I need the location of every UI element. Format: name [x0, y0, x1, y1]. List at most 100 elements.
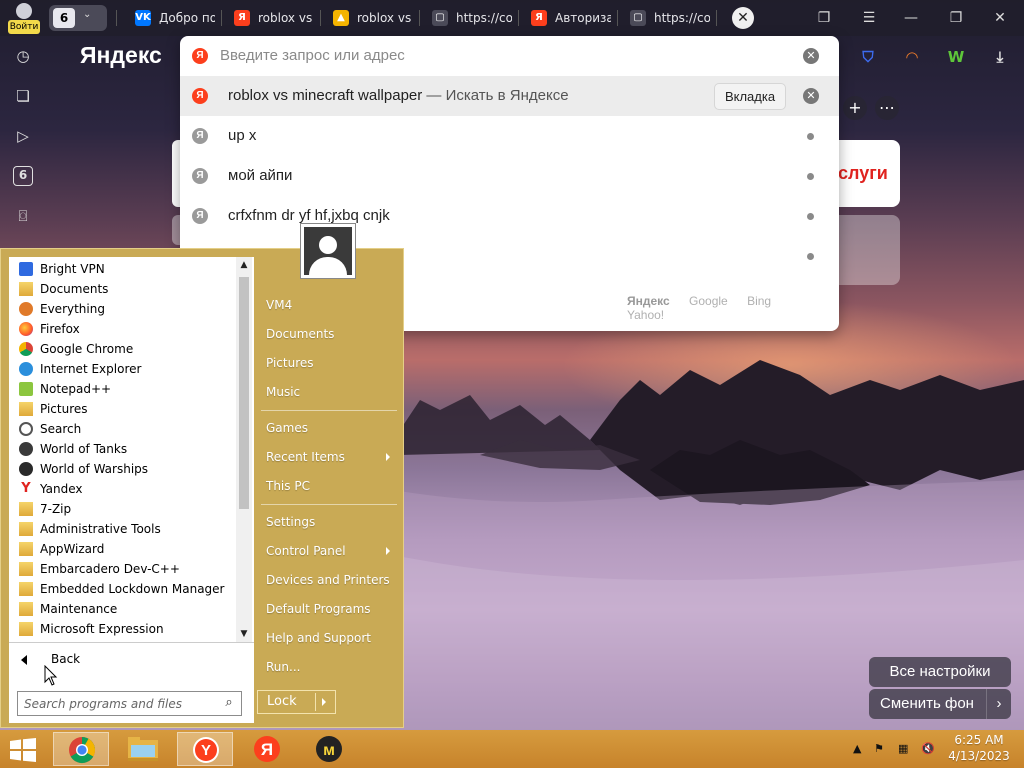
start-right-music[interactable]: Music — [266, 381, 300, 403]
program-item[interactable]: Pictures — [17, 399, 237, 419]
windows-start-icon[interactable] — [9, 738, 37, 762]
program-item[interactable]: Bright VPN — [17, 259, 237, 279]
tab-6[interactable]: ▢ https://co — [628, 0, 710, 36]
program-item[interactable]: Firefox — [17, 319, 237, 339]
program-item[interactable]: Internet Explorer — [17, 359, 237, 379]
engine-google[interactable]: Google — [689, 294, 728, 308]
more-options-button[interactable]: ⋯ — [875, 96, 899, 120]
program-item[interactable]: Y Yandex — [17, 479, 237, 499]
tab-3[interactable]: ▲ roblox vs minecraft — [331, 0, 413, 36]
w-extension-icon[interactable]: W — [945, 46, 967, 68]
minimize-icon[interactable]: — — [901, 8, 921, 28]
remove-suggestion-dot-icon[interactable] — [807, 173, 814, 180]
program-item[interactable]: Maintenance — [17, 599, 237, 619]
extension-icon[interactable]: ◠ — [901, 46, 923, 68]
program-item[interactable]: Embarcadero Dev-C++ — [17, 559, 237, 579]
engine-yahoo[interactable]: Yahoo! — [627, 308, 664, 322]
bright-vpn-toolbar-icon[interactable]: ⛉ — [857, 46, 879, 68]
change-background-button[interactable]: Сменить фон › — [869, 689, 1011, 719]
show-hidden-icons[interactable]: ▲ — [853, 742, 861, 755]
remove-suggestion-icon[interactable]: ✕ — [803, 88, 819, 104]
play-icon[interactable]: ▷ — [13, 126, 33, 146]
flag-icon[interactable]: ⚑ — [874, 742, 884, 755]
remove-suggestion-dot-icon[interactable] — [807, 253, 814, 260]
yandex-browser-taskbar-icon[interactable]: Y — [177, 732, 233, 766]
program-item[interactable]: Notepad++ — [17, 379, 237, 399]
history-icon[interactable]: ◷ — [13, 46, 33, 66]
close-window-icon[interactable]: ✕ — [990, 8, 1010, 28]
engine-yandex[interactable]: Яндекс — [627, 294, 670, 308]
start-right-help-and-support[interactable]: Help and Support — [266, 627, 371, 649]
tab-group-button[interactable]: 6 ⌄ — [49, 5, 107, 31]
tab-separator — [716, 10, 717, 26]
lock-button[interactable]: Lock — [257, 690, 336, 714]
tab-1[interactable]: VK Добро пожаловать — [133, 0, 215, 36]
tabs-count-icon[interactable]: 6 — [13, 166, 33, 186]
yandex-taskbar-icon[interactable]: Я — [239, 732, 295, 766]
avatar-icon — [16, 3, 32, 19]
program-item[interactable]: Microsoft Expression — [17, 619, 237, 639]
program-item[interactable]: Documents — [17, 279, 237, 299]
collections-icon[interactable]: ❏ — [13, 86, 33, 106]
suggestion-row[interactable]: Яup x — [180, 116, 839, 156]
program-item[interactable]: Google Chrome — [17, 339, 237, 359]
start-right-recent-items[interactable]: Recent Items — [266, 446, 345, 468]
program-item[interactable]: World of Tanks — [17, 439, 237, 459]
scroll-up-icon[interactable]: ▲ — [236, 257, 252, 273]
start-right-this-pc[interactable]: This PC — [266, 475, 310, 497]
tab-2[interactable]: Яroblox vs minecraft — [232, 0, 314, 36]
suggestion-row[interactable]: Яroblox vs minecraft wallpaper — Искать … — [180, 76, 839, 116]
suggestion-row[interactable]: Ямой айпи — [180, 156, 839, 196]
documents-folder-icon — [19, 282, 33, 296]
restore-icon[interactable]: ❐ — [946, 8, 966, 28]
menu-icon[interactable]: ☰ — [859, 8, 879, 28]
close-tab-button[interactable]: ✕ — [730, 0, 754, 36]
start-right-pictures[interactable]: Pictures — [266, 352, 314, 374]
yandex-logo[interactable]: Яндекс — [80, 42, 162, 69]
start-right-default-programs[interactable]: Default Programs — [266, 598, 371, 620]
tab-4[interactable]: ▢ https://co — [430, 0, 512, 36]
screenshot-icon[interactable]: ⌼ — [13, 206, 33, 226]
open-in-tab-button[interactable]: Вкладка — [714, 83, 786, 110]
remove-suggestion-dot-icon[interactable] — [807, 213, 814, 220]
programs-scrollbar[interactable]: ▲ ▼ — [236, 257, 252, 642]
lock-options-arrow-icon[interactable] — [322, 698, 326, 706]
user-picture[interactable] — [300, 223, 356, 279]
scroll-thumb[interactable] — [239, 277, 249, 509]
add-tile-button[interactable]: + — [843, 96, 867, 120]
remove-suggestion-dot-icon[interactable] — [807, 133, 814, 140]
clear-icon[interactable]: ✕ — [803, 48, 819, 64]
all-settings-button[interactable]: Все настройки — [869, 657, 1011, 687]
network-icon[interactable]: ▦ — [898, 742, 908, 755]
program-item[interactable]: World of Warships — [17, 459, 237, 479]
program-item[interactable]: Search — [17, 419, 237, 439]
profile-button[interactable]: Войти — [6, 3, 42, 34]
download-icon[interactable]: ⤓ — [989, 46, 1011, 68]
address-input[interactable]: Я Введите запрос или адрес ✕ — [180, 36, 839, 76]
tab-5[interactable]: Я Авторизация — [529, 0, 611, 36]
suggestion-row[interactable]: Яcrfxfnm dr yf hf,jxbq cnjk — [180, 196, 839, 236]
bookmarks-icon[interactable]: ❐ — [814, 8, 834, 28]
start-right-games[interactable]: Games — [266, 417, 308, 439]
start-right-run[interactable]: Run... — [266, 656, 300, 678]
program-item[interactable]: 7-Zip — [17, 499, 237, 519]
engine-bing[interactable]: Bing — [747, 294, 771, 308]
start-right-documents[interactable]: Documents — [266, 323, 334, 345]
explorer-taskbar-icon[interactable] — [115, 732, 171, 766]
start-right-devices-and-printers[interactable]: Devices and Printers — [266, 569, 390, 591]
yandex-music-taskbar-icon[interactable]: м — [301, 732, 357, 766]
program-item[interactable]: Embedded Lockdown Manager — [17, 579, 237, 599]
scroll-down-icon[interactable]: ▼ — [236, 626, 252, 642]
yandex-suggest-icon: Я — [192, 88, 208, 104]
start-right-control-panel[interactable]: Control Panel — [266, 540, 346, 562]
chrome-taskbar-icon[interactable] — [53, 732, 109, 766]
program-item[interactable]: Everything — [17, 299, 237, 319]
folder-icon — [19, 622, 33, 636]
program-item[interactable]: Administrative Tools — [17, 519, 237, 539]
volume-muted-icon[interactable]: 🔇 — [921, 742, 935, 755]
taskbar-clock[interactable]: 6:25 AM 4/13/2023 — [944, 732, 1014, 764]
search-programs-input[interactable]: Search programs and files ⌕ — [17, 691, 242, 716]
start-right-vm4[interactable]: VM4 — [266, 294, 292, 316]
start-right-settings[interactable]: Settings — [266, 511, 315, 533]
program-item[interactable]: AppWizard — [17, 539, 237, 559]
